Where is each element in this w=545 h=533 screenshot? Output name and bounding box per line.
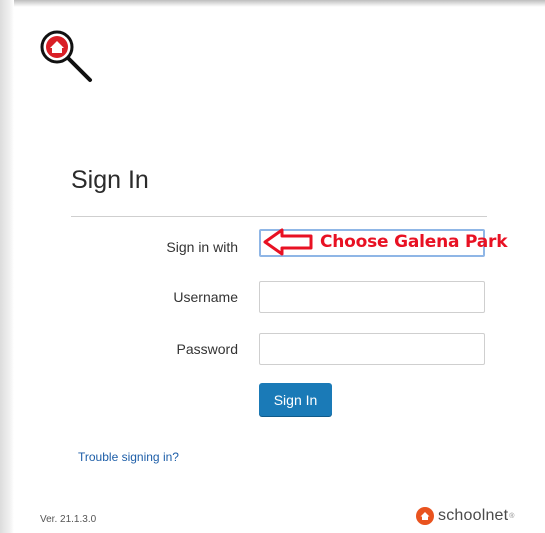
sign-in-button[interactable]: Sign In xyxy=(259,383,332,416)
window-shadow-top xyxy=(0,0,545,7)
password-label: Password xyxy=(176,341,238,357)
username-field[interactable] xyxy=(259,281,485,313)
schoolnet-logo-icon xyxy=(416,507,434,525)
password-field[interactable] xyxy=(259,333,485,365)
trouble-signing-in-link[interactable]: Trouble signing in? xyxy=(78,450,179,464)
brand-name: schoolnet xyxy=(438,507,509,524)
house-magnifier-icon xyxy=(40,30,92,82)
annotation-text: Choose Galena Park xyxy=(320,232,508,252)
sign-in-with-label: Sign in with xyxy=(166,239,238,255)
schoolnet-brand: schoolnet ® xyxy=(416,507,514,525)
left-arrow-icon xyxy=(263,228,313,256)
brand-trademark: ® xyxy=(509,512,515,520)
title-divider xyxy=(71,216,487,217)
version-label: Ver. 21.1.3.0 xyxy=(40,514,97,525)
page-title: Sign In xyxy=(71,166,149,194)
annotation-callout: Choose Galena Park xyxy=(262,225,508,259)
username-label: Username xyxy=(173,289,238,305)
window-shadow-left xyxy=(0,0,14,533)
